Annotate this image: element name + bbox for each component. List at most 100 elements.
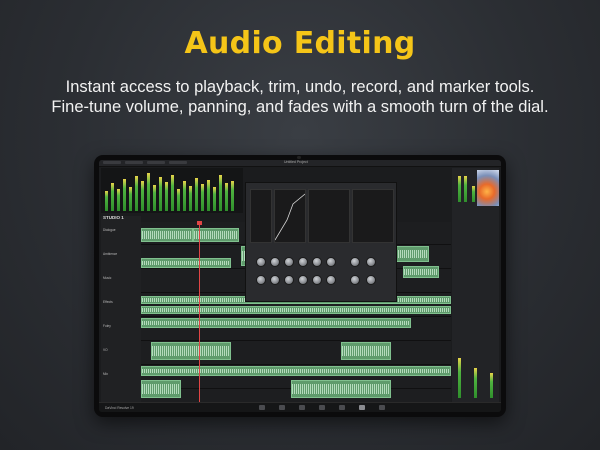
audio-clip[interactable] (141, 306, 451, 314)
video-thumbnail[interactable] (477, 170, 499, 206)
audio-clip[interactable] (141, 318, 411, 328)
toolbar-button-4[interactable] (169, 161, 187, 164)
limiter-graph (352, 189, 394, 243)
meter-bar (195, 178, 198, 211)
track-label[interactable]: Effects (103, 300, 113, 304)
track-label[interactable]: Music (103, 276, 111, 280)
waveform (392, 249, 428, 259)
lane-divider (141, 340, 451, 341)
dial-icon[interactable] (270, 257, 280, 267)
curve-svg (274, 193, 306, 241)
app-toolbar: Untitled Project (99, 160, 501, 167)
waveform (142, 320, 410, 326)
track-label[interactable]: Mix (103, 372, 108, 376)
footer-brand: DaVinci Resolve 19 (105, 406, 134, 410)
waveform (342, 346, 390, 356)
track-headers: Dialogue Ambience Music Effects Foley VO… (101, 216, 141, 402)
waveform (142, 368, 450, 374)
waveform (142, 384, 180, 394)
waveform (152, 346, 230, 356)
meter-bar (201, 184, 204, 211)
toolbar-button-1[interactable] (103, 161, 121, 164)
meter-bar (147, 173, 150, 211)
toolbar-button-2[interactable] (125, 161, 143, 164)
audio-clip[interactable] (141, 258, 231, 268)
page-icon[interactable] (279, 405, 285, 410)
app-screen: Untitled Project Dialogue Ambience Music… (99, 160, 501, 412)
page-icon[interactable] (259, 405, 265, 410)
meter-bar (135, 176, 138, 211)
page-icon[interactable] (299, 405, 305, 410)
meter-bar (213, 187, 216, 211)
waveform (194, 231, 238, 239)
dial-icon[interactable] (298, 275, 308, 285)
fairlight-page-icon[interactable] (359, 405, 365, 410)
meter-bar (177, 189, 180, 211)
dial-icon[interactable] (350, 275, 360, 285)
waveform (292, 384, 390, 394)
lane-divider (141, 364, 451, 365)
dial-icon[interactable] (256, 275, 266, 285)
meter-bar (117, 189, 120, 211)
meter-bar (189, 186, 192, 211)
studio-label: STUDIO 1 (103, 215, 124, 220)
audio-clip[interactable] (141, 228, 193, 242)
dial-icon[interactable] (270, 275, 280, 285)
page-icon[interactable] (319, 405, 325, 410)
page-nav-bar: DaVinci Resolve 19 (99, 402, 501, 412)
meter-bar (171, 175, 174, 211)
meter-icon (464, 176, 467, 202)
audio-clip[interactable] (151, 342, 231, 360)
meter-icon (458, 176, 461, 202)
meter-bar (105, 191, 108, 211)
audio-clip[interactable] (341, 342, 391, 360)
dial-icon[interactable] (312, 275, 322, 285)
audio-clip[interactable] (403, 266, 439, 278)
track-label[interactable]: VO (103, 348, 108, 352)
track-label[interactable]: Dialogue (103, 228, 116, 232)
camera-dot (297, 156, 301, 159)
meter-icon (472, 186, 475, 202)
dial-icon[interactable] (298, 257, 308, 267)
toolbar-button-3[interactable] (147, 161, 165, 164)
meter-bar (207, 180, 210, 211)
audio-clip[interactable] (291, 380, 391, 398)
dial-icon[interactable] (366, 275, 376, 285)
audio-clip[interactable] (141, 380, 181, 398)
dial-icon[interactable] (256, 257, 266, 267)
tablet-device: Untitled Project Dialogue Ambience Music… (94, 155, 506, 417)
lane-divider (141, 316, 451, 317)
subtitle-line-2: Fine-tune volume, panning, and fades wit… (51, 98, 549, 116)
track-label[interactable]: Foley (103, 324, 111, 328)
meter-bar (129, 187, 132, 211)
dial-icon[interactable] (284, 275, 294, 285)
playhead[interactable] (199, 224, 200, 408)
level-meters (101, 168, 243, 213)
dial-icon[interactable] (326, 275, 336, 285)
dial-icon[interactable] (366, 257, 376, 267)
meter-bar (225, 183, 228, 211)
meter-bar (123, 179, 126, 211)
dial-icon[interactable] (350, 257, 360, 267)
compressor-curve (274, 189, 306, 243)
dial-icon[interactable] (326, 257, 336, 267)
dial-icon[interactable] (312, 257, 322, 267)
meter-icon (474, 368, 477, 398)
eq-graph (250, 189, 272, 243)
meter-bar (183, 181, 186, 211)
project-name: Untitled Project (284, 160, 308, 164)
waveform (142, 231, 192, 239)
dynamics-panel (245, 182, 397, 302)
meter-bar (111, 183, 114, 211)
meter-bar (153, 185, 156, 211)
waveform (142, 260, 230, 266)
dial-icon[interactable] (284, 257, 294, 267)
waveform (142, 308, 450, 312)
gate-graph (308, 189, 350, 243)
audio-clip[interactable] (141, 366, 451, 376)
page-icon[interactable] (339, 405, 345, 410)
waveform (404, 269, 438, 275)
track-label[interactable]: Ambience (103, 252, 117, 256)
meter-icon (458, 358, 461, 398)
page-icon[interactable] (379, 405, 385, 410)
